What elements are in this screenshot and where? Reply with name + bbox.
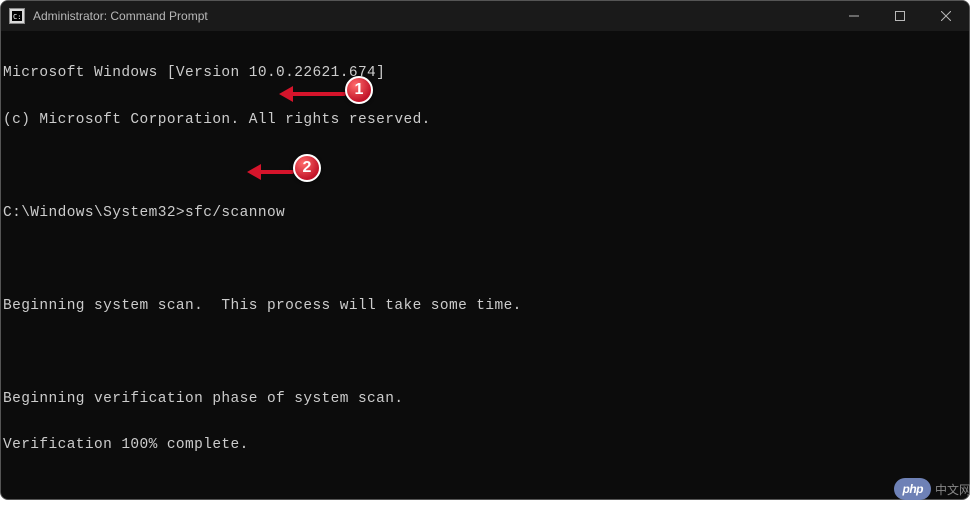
cmd-icon: C:: [9, 8, 25, 24]
minimize-icon: [849, 11, 859, 21]
titlebar[interactable]: C: Administrator: Command Prompt: [1, 1, 969, 31]
terminal-line: C:\Windows\System32>sfc/scannow: [3, 206, 967, 222]
terminal-output[interactable]: Microsoft Windows [Version 10.0.22621.67…: [1, 31, 969, 500]
minimize-button[interactable]: [831, 1, 877, 31]
terminal-line: [3, 252, 967, 268]
terminal-line: Beginning system scan. This process will…: [3, 299, 967, 315]
watermark-text: 中文网: [935, 481, 971, 498]
close-icon: [941, 11, 951, 21]
watermark: php 中文网: [894, 478, 971, 500]
terminal-line: [3, 485, 967, 501]
php-logo-icon: php: [894, 478, 931, 500]
close-button[interactable]: [923, 1, 969, 31]
terminal-line: [3, 159, 967, 175]
maximize-icon: [895, 11, 905, 21]
terminal-line: (c) Microsoft Corporation. All rights re…: [3, 113, 967, 129]
command-prompt-window: C: Administrator: Command Prompt Microso…: [0, 0, 970, 500]
svg-text:C:: C:: [13, 13, 21, 21]
terminal-line: Beginning verification phase of system s…: [3, 392, 967, 408]
maximize-button[interactable]: [877, 1, 923, 31]
terminal-line: Microsoft Windows [Version 10.0.22621.67…: [3, 66, 967, 82]
window-title: Administrator: Command Prompt: [33, 9, 208, 23]
terminal-line: Verification 100% complete.: [3, 438, 967, 454]
terminal-line: [3, 345, 967, 361]
